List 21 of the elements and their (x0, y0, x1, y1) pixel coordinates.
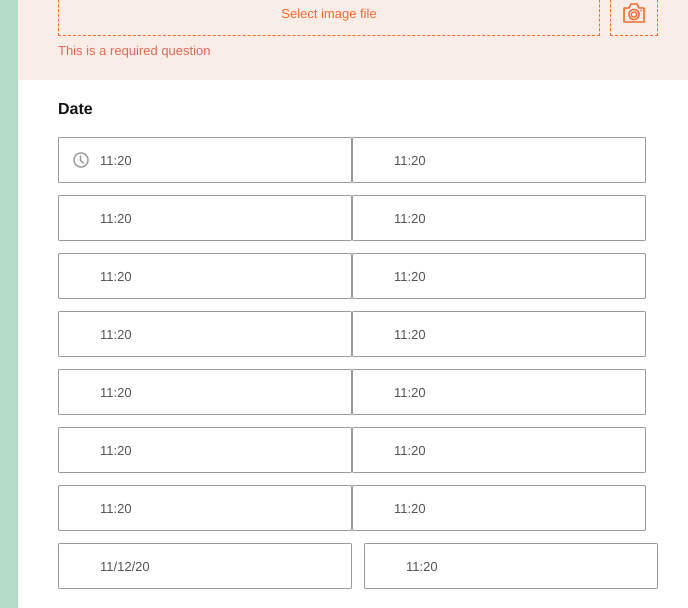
text-field[interactable]: 11:20 (352, 485, 646, 531)
text-field[interactable]: 11:20 (352, 311, 646, 357)
text-field[interactable]: 11:20 (58, 369, 352, 415)
text-field[interactable]: 11:20 (58, 253, 352, 299)
text-field[interactable]: 11:20 (352, 253, 646, 299)
text-field[interactable]: 11/12/20 (58, 543, 352, 589)
text-field[interactable]: 11:20 (58, 311, 352, 357)
clock-icon (73, 152, 89, 168)
camera-icon (622, 2, 646, 24)
text-field[interactable]: 11:20 (364, 543, 658, 589)
text-field[interactable]: 11:20 (352, 427, 646, 473)
text-field[interactable]: 11:20 (352, 195, 646, 241)
text-field[interactable]: 11:20 (352, 369, 646, 415)
date-label: Date (58, 100, 94, 120)
time-field[interactable]: 11:20 (58, 137, 352, 183)
text-field[interactable]: 11:20 (58, 427, 352, 473)
text-field[interactable]: 11:20 (352, 137, 646, 183)
error-message: This is a required question (58, 43, 212, 58)
text-field[interactable]: 11:20 (58, 485, 352, 531)
text-field[interactable]: 11:20 (58, 195, 352, 241)
camera-button[interactable] (610, 0, 658, 36)
